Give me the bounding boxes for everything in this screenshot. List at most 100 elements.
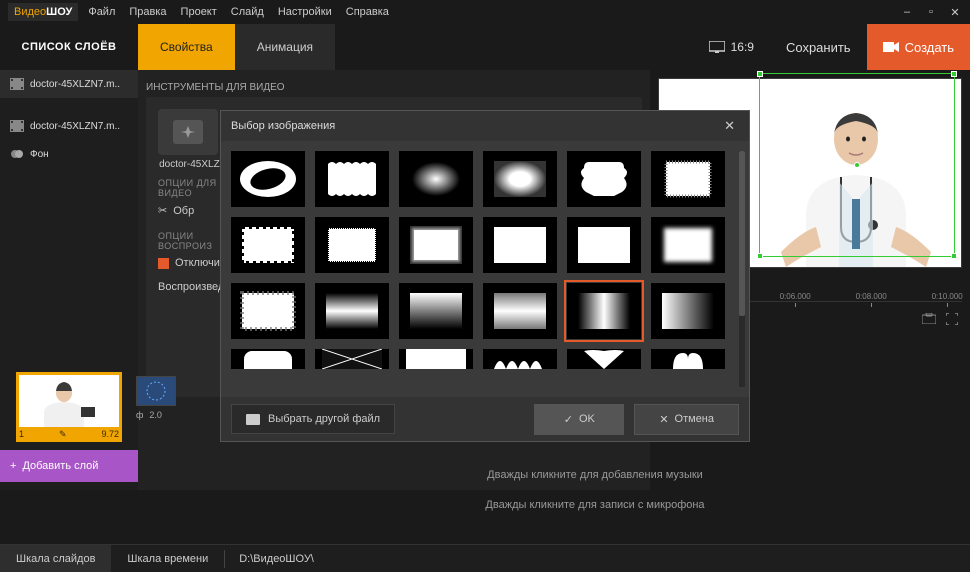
disable-label: Отключит — [175, 257, 225, 269]
resize-handle-se[interactable] — [951, 253, 957, 259]
mask-item[interactable] — [399, 151, 473, 207]
scrollbar-thumb[interactable] — [739, 151, 745, 316]
camera-icon — [883, 40, 899, 54]
modal-scrollbar[interactable] — [739, 151, 745, 387]
video-thumb — [158, 109, 218, 155]
mask-item[interactable] — [483, 217, 557, 273]
tab-properties[interactable]: Свойства — [138, 24, 235, 70]
add-music-hint[interactable]: Дважды кликните для добавления музыки — [220, 460, 970, 490]
mask-item[interactable] — [567, 151, 641, 207]
slide-duration: 9.72 — [101, 429, 119, 440]
ruler-tick: 0:10.000 — [932, 292, 963, 301]
mask-item[interactable] — [315, 151, 389, 207]
ruler-tick: 0:08.000 — [856, 292, 887, 301]
mask-item-selected[interactable] — [567, 283, 641, 339]
rotate-handle[interactable] — [854, 162, 860, 168]
mask-item[interactable] — [483, 283, 557, 339]
record-mic-hint[interactable]: Дважды кликните для записи с микрофона — [220, 490, 970, 520]
layer-1-label: doctor-45XLZN7.m.. — [30, 79, 120, 90]
mask-item[interactable] — [651, 349, 725, 369]
video-icon — [10, 78, 24, 90]
layers-panel-title: СПИСОК СЛОЁВ — [0, 24, 138, 70]
ok-label: OK — [579, 413, 595, 425]
monitor-icon — [709, 41, 725, 53]
image-select-modal: Выбор изображения ✕ — [220, 110, 750, 442]
mask-item[interactable] — [399, 283, 473, 339]
slide-index: 1 — [19, 429, 24, 440]
menu-edit[interactable]: Правка — [129, 6, 166, 18]
mask-item[interactable] — [399, 217, 473, 273]
fullscreen-icon[interactable] — [946, 313, 958, 328]
modal-close-button[interactable]: ✕ — [720, 118, 739, 134]
logo-suffix: ШОУ — [46, 6, 72, 18]
center-tabs: Свойства Анимация — [138, 24, 335, 70]
mask-item[interactable] — [231, 151, 305, 207]
pencil-icon[interactable]: ✎ — [59, 429, 67, 440]
mask-item[interactable] — [231, 283, 305, 339]
header-row: СПИСОК СЛОЁВ Свойства Анимация 16:9 Сохр… — [0, 24, 970, 70]
playback-option[interactable]: Воспроизвед — [158, 275, 228, 299]
aspect-ratio[interactable]: 16:9 — [693, 24, 770, 70]
disable-option[interactable]: Отключит — [158, 251, 228, 275]
mask-item[interactable] — [315, 349, 389, 369]
tab-animation[interactable]: Анимация — [235, 24, 335, 70]
menu-project[interactable]: Проект — [181, 6, 217, 18]
menu-items: Файл Правка Проект Слайд Настройки Справ… — [88, 6, 900, 18]
mask-grid — [231, 151, 739, 369]
ok-button[interactable]: ✓ OK — [534, 404, 624, 435]
modal-header[interactable]: Выбор изображения ✕ — [221, 111, 749, 141]
layer-item-bg[interactable]: Фон — [0, 140, 138, 168]
plus-icon: + — [10, 460, 16, 472]
modal-footer: Выбрать другой файл ✓ OK ✕ Отмена — [221, 397, 749, 441]
check-icon: ✓ — [564, 413, 573, 426]
folder-icon — [246, 414, 260, 425]
checkbox-checked-icon[interactable] — [158, 258, 169, 269]
layer-item-2[interactable]: doctor-45XLZN7.m.. — [0, 112, 138, 140]
slide-thumb[interactable]: 1 ✎ 9.72 — [8, 368, 130, 446]
video-options-label: ОПЦИИ ДЛЯ ВИДЕО — [158, 178, 228, 198]
save-button[interactable]: Сохранить — [770, 24, 867, 70]
resize-handle-nw[interactable] — [757, 71, 763, 77]
cancel-label: Отмена — [675, 413, 714, 425]
project-path: D:\ВидеоШОУ\ — [225, 553, 328, 565]
mask-item[interactable] — [231, 349, 305, 369]
add-layer-button[interactable]: + Добавить слой — [0, 450, 138, 482]
menu-settings[interactable]: Настройки — [278, 6, 332, 18]
mask-item[interactable] — [651, 283, 725, 339]
mask-item[interactable] — [315, 217, 389, 273]
camera-icon[interactable] — [922, 313, 936, 327]
mask-item[interactable] — [651, 151, 725, 207]
cancel-button[interactable]: ✕ Отмена — [634, 404, 739, 435]
resize-handle-sw[interactable] — [757, 253, 763, 259]
layer-item-1[interactable]: doctor-45XLZN7.m.. — [0, 70, 138, 98]
video-icon — [10, 120, 24, 132]
maximize-button[interactable]: ▫ — [924, 6, 938, 19]
create-button[interactable]: Создать — [867, 24, 970, 70]
mask-item[interactable] — [399, 349, 473, 369]
logo-prefix: Видео — [14, 6, 46, 18]
close-icon: ✕ — [659, 413, 668, 426]
menu-help[interactable]: Справка — [346, 6, 389, 18]
crop-option[interactable]: ✂ Обр — [158, 198, 228, 223]
menu-slide[interactable]: Слайд — [231, 6, 264, 18]
ruler-tick: 0:06.000 — [780, 292, 811, 301]
minimize-button[interactable]: – — [900, 6, 914, 19]
choose-file-button[interactable]: Выбрать другой файл — [231, 404, 395, 434]
mask-item[interactable] — [315, 283, 389, 339]
mask-item[interactable] — [483, 151, 557, 207]
resize-handle-ne[interactable] — [951, 71, 957, 77]
mask-item[interactable] — [567, 217, 641, 273]
playback-label: Воспроизвед — [158, 281, 224, 293]
statusbar: Шкала слайдов Шкала времени D:\ВидеоШОУ\ — [0, 544, 970, 572]
statusbar-tab-slides[interactable]: Шкала слайдов — [0, 545, 111, 572]
mask-item[interactable] — [231, 217, 305, 273]
mask-item[interactable] — [567, 349, 641, 369]
close-button[interactable]: ✕ — [948, 6, 962, 19]
mask-item[interactable] — [651, 217, 725, 273]
slide-thumb-image — [19, 375, 119, 427]
statusbar-tab-timeline[interactable]: Шкала времени — [111, 545, 224, 572]
transition-thumb[interactable] — [136, 376, 176, 406]
selection-box[interactable] — [759, 73, 955, 257]
menu-file[interactable]: Файл — [88, 6, 115, 18]
mask-item[interactable] — [483, 349, 557, 369]
